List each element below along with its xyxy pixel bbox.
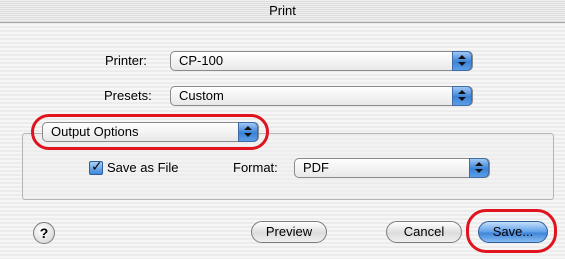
format-popup[interactable]: PDF <box>294 158 490 178</box>
help-button[interactable]: ? <box>33 222 55 244</box>
popup-arrows-icon <box>469 158 489 178</box>
printer-value: CP-100 <box>179 53 224 68</box>
popup-arrows-icon <box>238 122 258 142</box>
printer-label: Printer: <box>105 53 147 68</box>
question-mark-icon: ? <box>39 225 49 241</box>
presets-label: Presets: <box>104 88 152 103</box>
preview-button[interactable]: Preview <box>251 221 327 243</box>
save-as-file-label[interactable]: Save as File <box>107 160 179 175</box>
panel-select-popup[interactable]: Output Options <box>42 122 259 142</box>
save-as-file-checkbox[interactable]: ✓ <box>89 158 103 175</box>
popup-arrows-icon <box>452 51 472 71</box>
panel-select-value: Output Options <box>51 124 139 139</box>
printer-popup[interactable]: CP-100 <box>170 51 473 71</box>
format-value: PDF <box>303 160 329 175</box>
window-title-bar: Print <box>0 0 565 23</box>
presets-value: Custom <box>179 88 224 103</box>
checkmark-icon: ✓ <box>91 158 103 174</box>
save-button[interactable]: Save... <box>478 221 548 243</box>
presets-popup[interactable]: Custom <box>170 86 473 106</box>
popup-arrows-icon <box>452 86 472 106</box>
cancel-button[interactable]: Cancel <box>386 221 462 243</box>
window-title: Print <box>269 3 296 18</box>
format-label: Format: <box>233 160 278 175</box>
